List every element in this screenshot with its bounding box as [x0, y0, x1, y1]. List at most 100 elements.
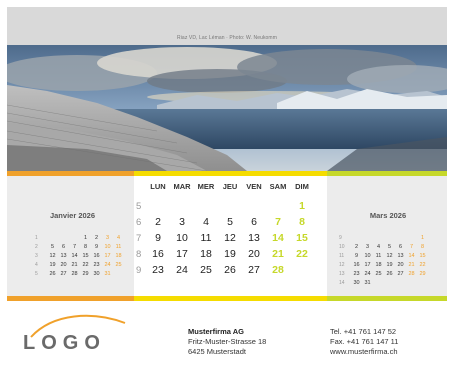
- mini-calendar-grid: 1 1 2 3 4 2 5 6 7 8 9 10 11 3 12 13 14 15 16 17 18 4 19 20 21 22 2…: [35, 233, 124, 278]
- week-number: 9: [136, 264, 142, 276]
- mini-calendar-day: 1: [83, 234, 88, 241]
- mini-calendar-day: 8: [420, 243, 425, 250]
- caption-strip: Riaz VD, Lac Léman · Photo: W. Neukomm: [7, 7, 447, 45]
- mini-week-row: 3 12 13 14 15 16 17 18: [35, 251, 124, 260]
- mini-calendar-day: 11: [375, 252, 382, 259]
- mini-calendar-day: 7: [409, 243, 414, 250]
- calendar-day: 23: [152, 264, 164, 276]
- calendar-day: 24: [176, 264, 188, 276]
- mini-calendar-previous-month: Janvier 2026 1 1 2 3 4 2 5 6 7 8 9 10 11 3 12 13 14 15 16 1…: [7, 176, 134, 296]
- mini-calendar-day: 22: [419, 261, 426, 268]
- mini-calendar-day: 26: [386, 270, 393, 277]
- mini-calendar-day: 29: [419, 270, 426, 277]
- mini-calendar-day: 13: [60, 252, 67, 259]
- mini-calendar-day: 16: [353, 261, 360, 268]
- company-address: Musterfirma AG Fritz-Muster-Strasse 18 6…: [188, 327, 266, 357]
- weekday-header: DIM: [295, 182, 309, 191]
- mini-calendar-day: 27: [60, 270, 67, 277]
- footer: LOGO Musterfirma AG Fritz-Muster-Strasse…: [7, 301, 447, 365]
- week-number: 11: [339, 252, 345, 259]
- week-number: 6: [136, 216, 142, 228]
- mini-calendar-day: 20: [60, 261, 67, 268]
- mini-calendar-day: 6: [398, 243, 403, 250]
- mini-calendar-day: 20: [397, 261, 404, 268]
- mini-calendar-day: 29: [82, 270, 89, 277]
- weekday-header: LUN: [150, 182, 166, 191]
- mini-calendar-day: 24: [104, 261, 111, 268]
- weekday-header-row: LUN MAR MER JEU VEN SAM DIM: [146, 182, 314, 191]
- calendar-day: 21: [272, 248, 284, 260]
- week-number: 5: [136, 200, 142, 212]
- lake-landscape-image: [7, 45, 447, 171]
- mini-calendar-day: 14: [71, 252, 78, 259]
- calendar-day: 26: [224, 264, 236, 276]
- week-number: 3: [35, 252, 38, 259]
- main-calendar-grid: 5 1 6 2 3 4 5 6 7 8 7 9 10 11 12 13 14 15 8 16 17 18 19 20 21 22 9…: [136, 198, 314, 278]
- calendar-day: 4: [203, 216, 209, 228]
- mini-calendar-day: 31: [364, 279, 371, 286]
- company-phone: Tel. +41 761 147 52: [330, 327, 397, 336]
- mini-calendar-day: 7: [72, 243, 77, 250]
- mini-calendar-day: 25: [115, 261, 122, 268]
- mini-calendar-day: 18: [115, 252, 122, 259]
- mini-calendar-day: 31: [104, 270, 111, 277]
- calendar-day: 3: [179, 216, 185, 228]
- mini-week-row: 14 30 31: [339, 278, 428, 287]
- week-number: 13: [339, 270, 345, 277]
- calendar-day: 22: [296, 248, 308, 260]
- mini-calendar-day: 10: [364, 252, 371, 259]
- mini-calendar-day: 23: [93, 261, 100, 268]
- calendar-day: 19: [224, 248, 236, 260]
- mini-calendar-day: 24: [364, 270, 371, 277]
- calendar-day: 18: [200, 248, 212, 260]
- mini-calendar-day: 15: [419, 252, 426, 259]
- calendar-week-row: 6 2 3 4 5 6 7 8: [136, 214, 314, 230]
- mini-calendar-day: 5: [387, 243, 392, 250]
- mini-calendar-day: 4: [376, 243, 381, 250]
- mini-calendar-day: 15: [82, 252, 89, 259]
- week-number: 9: [339, 234, 342, 241]
- company-fax: Fax. +41 761 147 11: [330, 337, 399, 346]
- mini-calendar-day: 18: [375, 261, 382, 268]
- calendar-day: 2: [155, 216, 161, 228]
- company-street: Fritz-Muster-Strasse 18: [188, 337, 267, 346]
- mini-calendar-day: 6: [61, 243, 66, 250]
- week-number: 2: [35, 243, 38, 250]
- company-website: www.musterfirma.ch: [330, 347, 398, 356]
- mini-calendar-day: 28: [408, 270, 415, 277]
- calendar-day: 25: [200, 264, 212, 276]
- calendar-day: 6: [251, 216, 257, 228]
- calendar-page: Riaz VD, Lac Léman · Photo: W. Neukomm J…: [0, 0, 454, 369]
- calendar-day: 14: [272, 232, 284, 244]
- mini-calendar-day: 10: [104, 243, 111, 250]
- week-number: 7: [136, 232, 142, 244]
- mini-calendar-day: 17: [104, 252, 111, 259]
- mini-calendar-day: 2: [94, 234, 99, 241]
- weekday-header: SAM: [269, 182, 287, 191]
- week-number: 1: [35, 234, 38, 241]
- weekday-header: VEN: [246, 182, 262, 191]
- mini-calendar-day: 12: [49, 252, 56, 259]
- mini-calendar-day: 1: [420, 234, 425, 241]
- company-city: 6425 Musterstadt: [188, 347, 246, 356]
- mini-calendar-day: 23: [353, 270, 360, 277]
- calendar-day: 5: [227, 216, 233, 228]
- mini-calendar-day: 26: [49, 270, 56, 277]
- week-number: 14: [339, 279, 345, 286]
- calendar-day: 11: [200, 232, 212, 244]
- calendar-day: 10: [176, 232, 188, 244]
- mini-calendar-day: 21: [71, 261, 78, 268]
- mini-calendar-grid: 9 1 10 2 3 4 5 6 7 8 11 9 10 11 12 13 14 15 12 16 17 18 19 20 21…: [339, 233, 428, 287]
- mini-calendar-title: Mars 2026: [369, 211, 407, 220]
- mini-calendar-title: Janvier 2026: [49, 211, 96, 220]
- company-contact: Tel. +41 761 147 52 Fax. +41 761 147 11 …: [330, 327, 398, 357]
- week-number: 10: [339, 243, 345, 250]
- mini-week-row: 4 19 20 21 22 23 24 25: [35, 260, 124, 269]
- company-logo: LOGO: [23, 309, 133, 357]
- mini-calendar-day: 19: [386, 261, 393, 268]
- mini-calendar-day: 30: [93, 270, 100, 277]
- mini-calendar-next-month: Mars 2026 9 1 10 2 3 4 5 6 7 8 11 9 10 11 12 13 14 15 12 16…: [327, 176, 447, 296]
- mini-calendar-day: 17: [364, 261, 371, 268]
- mini-calendar-day: 12: [386, 252, 393, 259]
- logo-text: LOGO: [23, 332, 106, 354]
